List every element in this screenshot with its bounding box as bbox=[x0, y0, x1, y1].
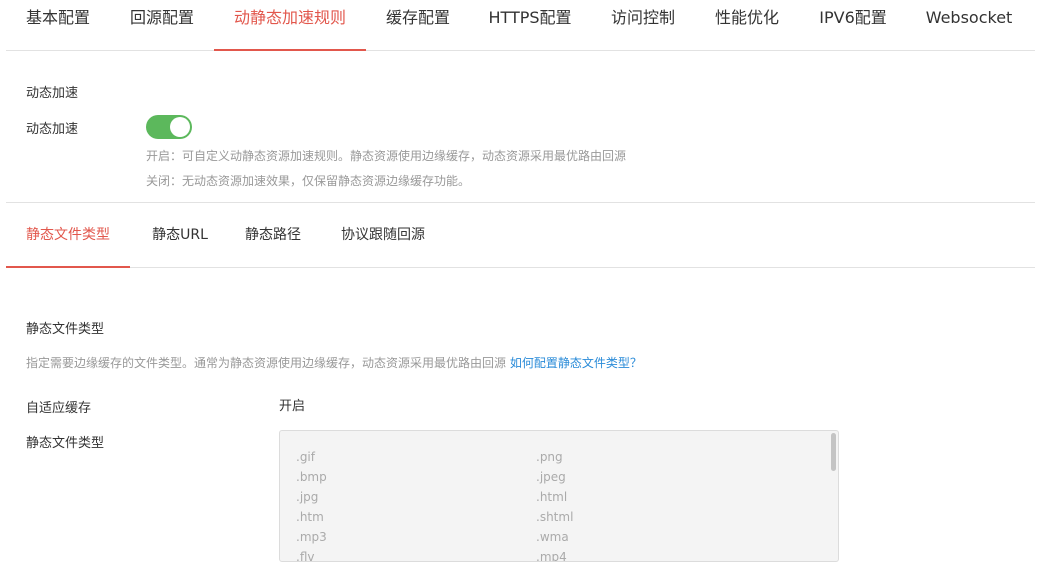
static-types-section-title: 静态文件类型 bbox=[26, 322, 105, 337]
help-link-static-types[interactable]: 如何配置静态文件类型？ bbox=[510, 356, 642, 370]
file-type-item: .gif bbox=[296, 450, 315, 464]
cdn-config-page: 基本配置 回源配置 动静态加速规则 缓存配置 HTTPS配置 访问控制 性能优化… bbox=[0, 0, 1043, 578]
tab-access-control[interactable]: 访问控制 bbox=[611, 0, 675, 50]
description-text: 指定需要边缘缓存的文件类型。通常为静态资源使用边缘缓存，动态资源采用最优路由回源 bbox=[26, 356, 507, 370]
file-type-item: .flv bbox=[296, 550, 315, 562]
tab-websocket[interactable]: Websocket bbox=[925, 0, 1013, 50]
file-type-item: .jpeg bbox=[536, 470, 566, 484]
file-type-item: .mp4 bbox=[536, 550, 567, 562]
subtab-static-url[interactable]: 静态URL bbox=[150, 203, 210, 267]
tab-cache-config[interactable]: 缓存配置 bbox=[386, 0, 450, 50]
static-types-list[interactable]: .gif .png .bmp .jpeg .jpg .html .htm .sh… bbox=[279, 430, 839, 562]
tab-origin-config[interactable]: 回源配置 bbox=[130, 0, 194, 50]
subtab-protocol-follow[interactable]: 协议跟随回源 bbox=[340, 203, 426, 267]
top-tab-bar: 基本配置 回源配置 动静态加速规则 缓存配置 HTTPS配置 访问控制 性能优化… bbox=[6, 0, 1035, 51]
tab-basic-config[interactable]: 基本配置 bbox=[26, 0, 90, 50]
tab-accel-rules[interactable]: 动静态加速规则 bbox=[214, 0, 366, 51]
subtab-static-file-types[interactable]: 静态文件类型 bbox=[6, 203, 130, 268]
tab-performance[interactable]: 性能优化 bbox=[715, 0, 779, 50]
static-types-label: 静态文件类型 bbox=[26, 436, 105, 451]
adaptive-cache-value: 开启 bbox=[279, 399, 306, 414]
dynamic-accel-toggle[interactable] bbox=[146, 115, 192, 139]
tab-https-config[interactable]: HTTPS配置 bbox=[487, 0, 573, 50]
types-scrollbar-thumb[interactable] bbox=[831, 433, 836, 471]
file-type-item: .htm bbox=[296, 510, 324, 524]
dynamic-accel-hint-on: 开启：可自定义动静态资源加速规则。静态资源使用边缘缓存，动态资源采用最优路由回源 bbox=[146, 149, 627, 163]
dynamic-accel-section-title: 动态加速 bbox=[26, 86, 79, 101]
subtab-static-path[interactable]: 静态路径 bbox=[244, 203, 302, 267]
tab-ipv6-config[interactable]: IPV6配置 bbox=[818, 0, 888, 50]
adaptive-cache-label: 自适应缓存 bbox=[26, 401, 92, 416]
sub-tab-bar: 静态文件类型 静态URL 静态路径 协议跟随回源 bbox=[6, 203, 1035, 268]
dynamic-accel-hint-off: 关闭：无动态资源加速效果，仅保留静态资源边缘缓存功能。 bbox=[146, 174, 471, 188]
toggle-knob bbox=[170, 117, 190, 137]
file-type-item: .jpg bbox=[296, 490, 319, 504]
file-type-item: .bmp bbox=[296, 470, 327, 484]
file-type-item: .shtml bbox=[536, 510, 574, 524]
dynamic-accel-label: 动态加速 bbox=[26, 122, 79, 137]
file-type-item: .wma bbox=[536, 530, 569, 544]
file-type-item: .mp3 bbox=[296, 530, 327, 544]
static-types-description: 指定需要边缘缓存的文件类型。通常为静态资源使用边缘缓存，动态资源采用最优路由回源… bbox=[26, 354, 642, 371]
file-type-item: .png bbox=[536, 450, 563, 464]
types-scrollbar[interactable] bbox=[830, 431, 838, 561]
file-type-item: .html bbox=[536, 490, 568, 504]
